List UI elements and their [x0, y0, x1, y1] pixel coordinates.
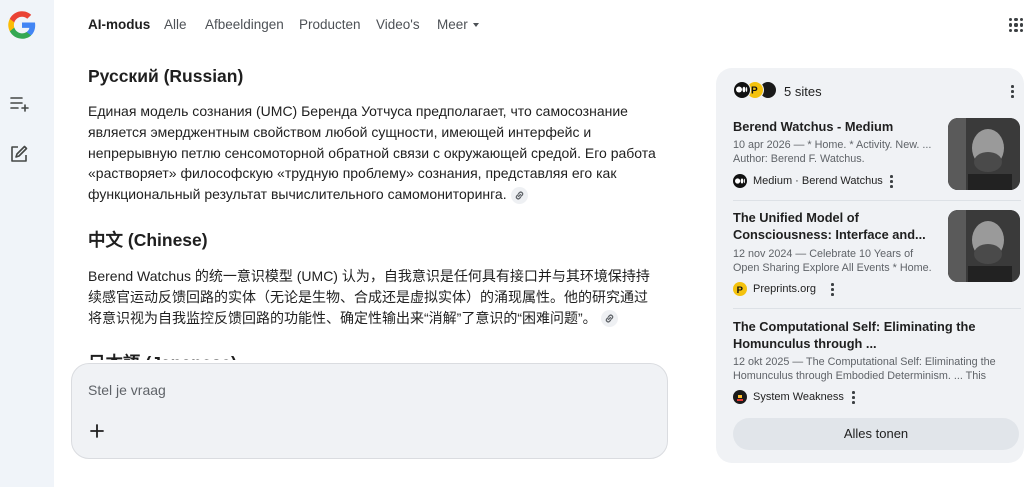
medium-icon	[733, 81, 751, 99]
ask-box	[71, 363, 668, 459]
apps-grid-icon[interactable]	[1009, 18, 1023, 32]
section-heading-russian: Русский (Russian)	[88, 66, 244, 86]
chevron-down-icon	[472, 23, 479, 28]
show-all-button[interactable]: Alles tonen	[733, 418, 1019, 450]
source-title[interactable]: The Computational Self: Eliminating the …	[733, 318, 1013, 352]
sites-count[interactable]: 5 sites	[784, 84, 822, 99]
svg-text:P: P	[737, 285, 744, 296]
source-site-name: Medium · Berend Watchus	[753, 175, 883, 187]
tab-more[interactable]: Meer	[437, 17, 479, 32]
section-text-russian-body: Единая модель сознания (UMC) Беренда Уот…	[88, 103, 656, 203]
source-thumbnail[interactable]	[948, 118, 1020, 190]
edit-icon[interactable]	[9, 144, 29, 164]
source-site-name: Preprints.org	[753, 283, 816, 295]
source-site[interactable]: P Preprints.org	[733, 281, 816, 297]
source-title[interactable]: The Unified Model of Consciousness: Inte…	[733, 209, 938, 243]
source-snippet: 10 apr 2026 — * Home. * Activity. New. .…	[733, 139, 932, 165]
google-logo[interactable]	[7, 10, 37, 40]
ask-input[interactable]	[88, 378, 628, 402]
medium-icon	[733, 174, 747, 188]
tab-ai-mode[interactable]: AI-modus	[88, 17, 150, 32]
citation-link-icon[interactable]	[600, 310, 618, 328]
more-options-icon[interactable]	[1004, 83, 1020, 99]
source-site-name: System Weakness	[753, 391, 844, 403]
system-weakness-icon	[733, 390, 747, 404]
divider	[733, 200, 1021, 201]
tab-products[interactable]: Producten	[299, 17, 361, 32]
tab-images[interactable]: Afbeeldingen	[205, 17, 284, 32]
more-options-icon[interactable]	[883, 173, 899, 189]
section-text-chinese-body: Berend Watchus 的统一意识模型 (UMC) 认为，自我意识是任何具…	[88, 267, 650, 326]
more-options-icon[interactable]	[845, 389, 861, 405]
sources-panel: P 5 sites Berend Watchus - Medium 10 apr…	[716, 68, 1024, 463]
source-title[interactable]: Berend Watchus - Medium	[733, 118, 933, 135]
source-thumbnail[interactable]	[948, 210, 1020, 282]
section-text-russian: Единая модель сознания (UMC) Беренда Уот…	[88, 101, 658, 205]
answer-content: Русский (Russian) Единая модель сознания…	[88, 60, 658, 360]
source-snippet: 12 nov 2024 — Celebrate 10 Years of Open…	[733, 248, 932, 274]
tab-more-label: Meer	[437, 17, 468, 32]
section-text-chinese: Berend Watchus 的统一意识模型 (UMC) 认为，自我意识是任何具…	[88, 266, 658, 328]
source-snippet: 12 okt 2025 — The Computational Self: El…	[733, 356, 996, 382]
plus-icon[interactable]	[88, 422, 106, 440]
left-rail	[0, 0, 54, 487]
tab-videos[interactable]: Video's	[376, 17, 420, 32]
divider	[733, 308, 1021, 309]
citation-link-icon[interactable]	[510, 186, 528, 204]
more-options-icon[interactable]	[824, 281, 840, 297]
preprints-icon: P	[733, 282, 747, 296]
new-thread-icon[interactable]	[9, 93, 29, 113]
top-navigation: AI-modus Alle Afbeeldingen Producten Vid…	[54, 0, 1024, 50]
section-heading-japanese: 日本語 (Japanese)	[88, 350, 658, 360]
source-favicons[interactable]: P	[733, 81, 777, 101]
source-site[interactable]: Medium · Berend Watchus	[733, 173, 883, 189]
section-heading-chinese: 中文 (Chinese)	[88, 229, 208, 250]
source-site[interactable]: System Weakness	[733, 389, 844, 405]
svg-text:P: P	[751, 86, 758, 97]
tab-all[interactable]: Alle	[164, 17, 187, 32]
